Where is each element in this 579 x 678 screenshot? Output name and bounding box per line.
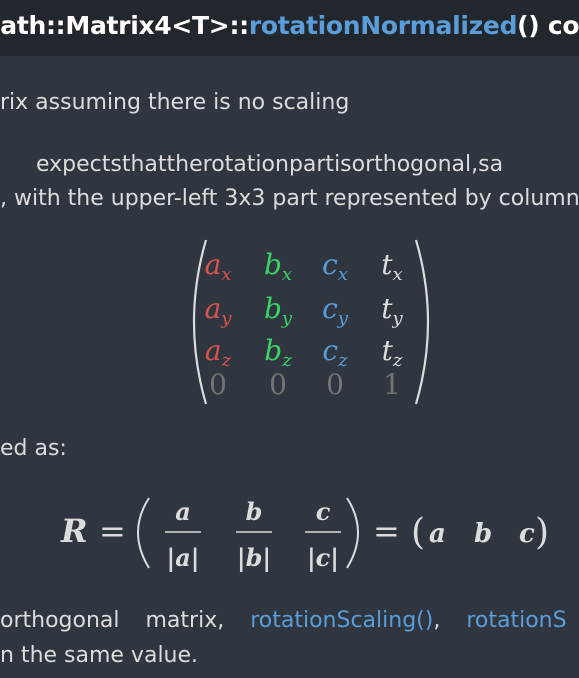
final-line-1: orthogonal matrix, rotationScaling(), rotat… xyxy=(0,608,579,633)
matrix-cell: cy xyxy=(322,292,349,329)
title-link[interactable]: rotationNormalized xyxy=(249,11,518,40)
word: rotation xyxy=(202,152,289,177)
formula-equals-1: = xyxy=(99,512,126,550)
rhs-var-a: a xyxy=(429,519,446,549)
matrix-display: ax bx cx tx ay by cy ty az bz cz tz 0 0 0 1 xyxy=(192,239,430,405)
matrix-cell: bx xyxy=(264,248,292,285)
rhs-close-paren: ) xyxy=(535,512,549,553)
rhs-var-c: c xyxy=(519,519,535,549)
word: orthogonal xyxy=(0,608,120,633)
brief-description: rix assuming there is no scaling xyxy=(0,90,350,115)
formula-right-paren xyxy=(346,497,359,569)
word: is xyxy=(334,152,352,177)
frac-a-den: |a| xyxy=(166,543,199,572)
word: the xyxy=(166,152,203,177)
frac-c-den: |c| xyxy=(307,543,339,572)
matrix-cell: bz xyxy=(264,334,292,371)
matrix-cell: ty xyxy=(381,292,403,329)
detail-line-2: , with the upper-left 3x3 part represent… xyxy=(0,186,579,211)
matrix-cell: by xyxy=(264,292,293,329)
title-suffix: () con xyxy=(517,11,579,40)
normalization-formula: R = a |a| b |b| c |c| = ( a b c ) xyxy=(60,497,549,572)
matrix-cell: 0 xyxy=(326,368,344,401)
matrix-cell: 0 xyxy=(209,368,227,401)
frac-b-den: |b| xyxy=(237,543,271,572)
frac-b-num: b xyxy=(246,497,263,526)
matrix-cell: ay xyxy=(205,292,233,329)
formula-lhs: R xyxy=(60,512,88,550)
separator: , xyxy=(433,608,441,633)
matrix-cell: tx xyxy=(381,248,402,285)
frac-a-num: a xyxy=(175,497,191,526)
title-prefix: lath::Matrix4<T>:: xyxy=(0,11,249,40)
rhs-open-paren: ( xyxy=(411,512,425,553)
rotation-scaling-link[interactable]: rotationScaling() xyxy=(250,608,433,633)
formula-intro: ed as: xyxy=(0,436,67,461)
matrix-cell: ax xyxy=(205,248,232,285)
frac-c-num: c xyxy=(316,497,331,526)
word: orthogonal, xyxy=(351,152,479,177)
right-paren xyxy=(414,239,430,405)
page-header: lath::Matrix4<T>::rotationNormalized() c… xyxy=(0,0,579,56)
matrix-cell: cx xyxy=(322,248,348,285)
final-line-2: n the same value. xyxy=(0,643,199,668)
rhs-var-b: b xyxy=(474,519,492,549)
word: matrix, xyxy=(145,608,225,633)
formula-equals-2: = xyxy=(373,512,400,550)
matrix-cell: cz xyxy=(322,334,348,371)
rotation-link[interactable]: rotationS xyxy=(466,608,566,633)
word: expects xyxy=(36,152,122,177)
page-title: lath::Matrix4<T>::rotationNormalized() c… xyxy=(0,11,579,40)
matrix-cell: az xyxy=(205,334,232,371)
matrix-cell: 1 xyxy=(383,368,401,401)
word: that xyxy=(121,152,167,177)
matrix-cell: tz xyxy=(382,334,403,371)
formula-left-paren xyxy=(137,497,150,569)
word: part xyxy=(288,152,335,177)
detail-line-1: expectsthattherotationpartisorthogonal,s… xyxy=(36,152,579,177)
word: sa xyxy=(478,152,504,177)
matrix-cell: 0 xyxy=(269,368,287,401)
